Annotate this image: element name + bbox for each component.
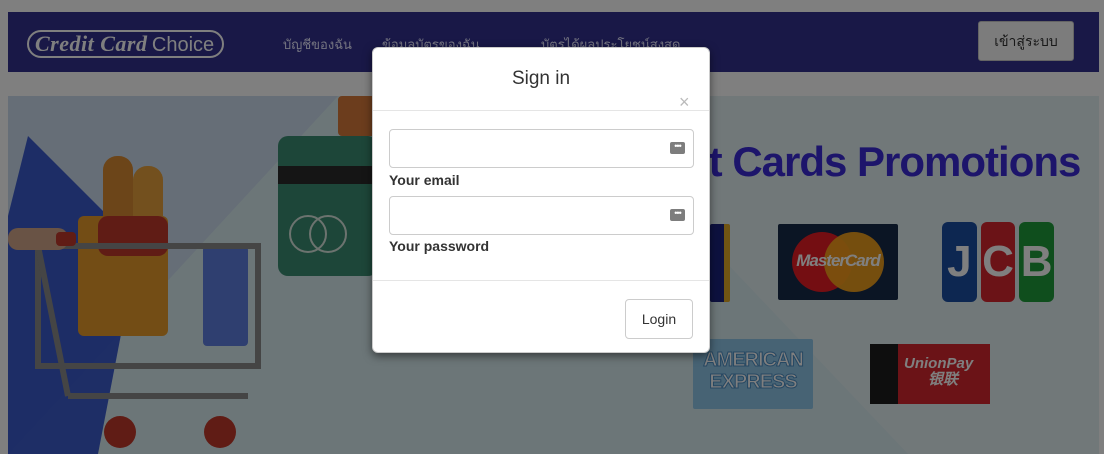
modal-header: Sign in × <box>373 48 709 111</box>
sign-in-modal: Sign in × ••• Your email ••• Your passwo… <box>372 47 710 353</box>
modal-title: Sign in <box>511 68 571 89</box>
password-manager-icon[interactable]: ••• <box>670 142 685 154</box>
modal-footer: Login <box>373 280 709 353</box>
page: Credit Card Choice บัญชีของฉัน ข้อมูลบัต… <box>0 0 1104 454</box>
password-manager-icon[interactable]: ••• <box>670 209 685 221</box>
password-field[interactable]: ••• <box>389 196 694 235</box>
password-label: Your password <box>389 238 490 254</box>
email-input[interactable] <box>390 130 660 167</box>
login-button[interactable]: Login <box>625 299 693 339</box>
email-label: Your email <box>389 172 460 188</box>
close-icon[interactable]: × <box>679 93 690 111</box>
email-field[interactable]: ••• <box>389 129 694 168</box>
password-input[interactable] <box>390 197 660 234</box>
